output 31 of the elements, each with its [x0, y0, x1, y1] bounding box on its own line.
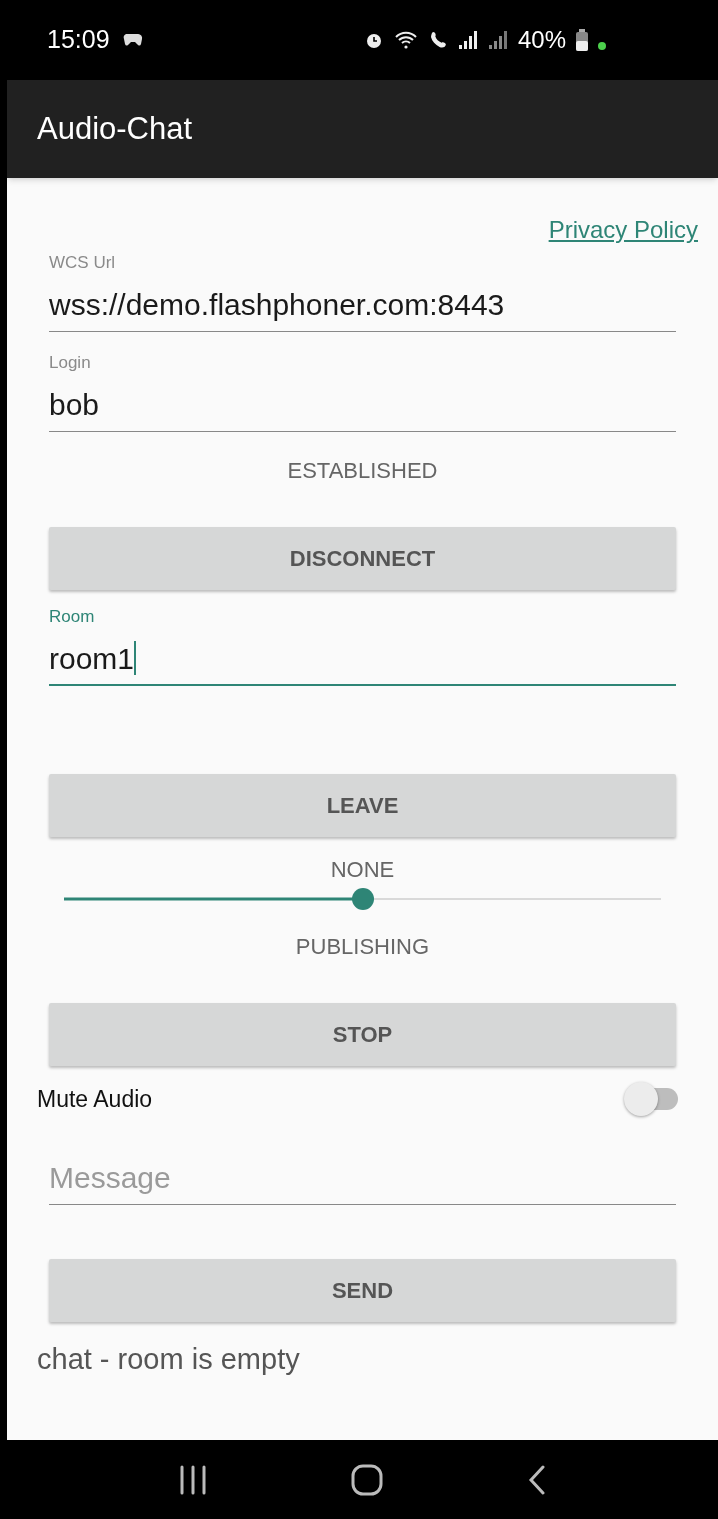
- back-icon[interactable]: [527, 1464, 546, 1495]
- home-icon[interactable]: [351, 1463, 384, 1496]
- battery-percent: 40%: [517, 25, 566, 55]
- action-button[interactable]: DISCONNECT: [49, 527, 676, 590]
- privacy-policy-link[interactable]: Privacy Policy: [548, 212, 698, 246]
- toggle-switch[interactable]: [624, 1082, 680, 1117]
- slider-thumb[interactable]: [351, 888, 374, 910]
- field-label: WCS Url: [49, 252, 116, 274]
- field-label: Room: [49, 606, 95, 628]
- slider-top-label: NONE: [329, 856, 396, 884]
- mute-audio-label: Mute Audio: [37, 1085, 153, 1114]
- battery-icon: [576, 29, 588, 51]
- signal-icon: [487, 30, 508, 50]
- chat-status: chat - room is empty: [37, 1341, 301, 1377]
- slider-bottom-label: PUBLISHING: [294, 933, 431, 961]
- connection-status: ESTABLISHED: [286, 457, 439, 485]
- action-button[interactable]: STOP: [49, 1003, 676, 1066]
- indicator-dot-icon: [598, 42, 606, 50]
- action-button[interactable]: LEAVE: [49, 774, 676, 837]
- app-title: Audio-Chat: [37, 109, 193, 148]
- signal-icon: [457, 30, 478, 50]
- text-field[interactable]: bob: [49, 374, 676, 432]
- field-label: Login: [49, 352, 91, 374]
- text-field[interactable]: wss://demo.flashphoner.com:8443: [49, 274, 676, 332]
- action-button[interactable]: SEND: [49, 1258, 676, 1322]
- game-controller-icon: [121, 32, 144, 48]
- text-field[interactable]: room1: [49, 628, 676, 686]
- recent-apps-icon[interactable]: [179, 1464, 208, 1495]
- phone-icon: [429, 31, 448, 49]
- status-time: 15:09: [47, 24, 110, 56]
- text-field[interactable]: Message: [49, 1146, 676, 1205]
